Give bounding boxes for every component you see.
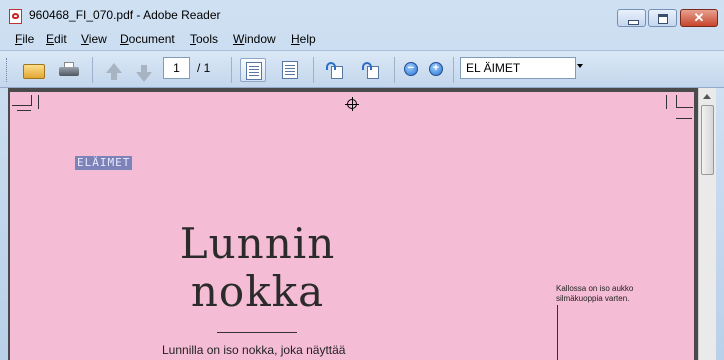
arrow-down-icon [136, 65, 152, 82]
vertical-scrollbar[interactable] [698, 88, 716, 360]
next-page-button[interactable] [131, 58, 157, 82]
toolbar-separator [453, 57, 454, 83]
close-window-button[interactable]: ✕ [680, 9, 718, 27]
fit-page-button[interactable] [277, 58, 303, 82]
window-frame [716, 88, 724, 360]
crop-mark [676, 95, 693, 108]
headline-line: Lunnin [179, 219, 336, 268]
annotation-leader-line [557, 305, 558, 360]
arrow-up-icon [106, 63, 122, 80]
search-combo-input[interactable]: EL ÄIMET [460, 57, 576, 79]
title-bar: 960468_FI_070.pdf - Adobe Reader ✕ [0, 0, 724, 30]
close-icon: ✕ [693, 10, 705, 25]
rotate-left-icon [326, 62, 344, 79]
pdf-file-icon [9, 9, 22, 24]
crop-mark [676, 118, 692, 119]
fit-width-icon [246, 62, 262, 80]
crop-mark [12, 95, 32, 106]
menu-bar: File Edit View Document Tools Window Hel… [0, 30, 724, 76]
chevron-down-icon[interactable] [577, 64, 583, 68]
printer-icon [59, 62, 79, 78]
maximize-icon [649, 10, 676, 26]
rotate-right-icon [362, 62, 380, 79]
headline-line: nokka [190, 267, 325, 316]
rotate-counterclockwise-button[interactable] [322, 58, 348, 82]
toolbar-separator [394, 57, 395, 83]
print-button[interactable] [56, 58, 82, 82]
previous-page-button[interactable] [101, 58, 127, 82]
crop-mark [38, 95, 39, 109]
menu-document[interactable]: Document [120, 32, 175, 46]
fit-width-button[interactable] [240, 58, 266, 82]
zoom-in-button[interactable]: + [429, 62, 443, 76]
annotation-text: Kallossa on iso aukko silmäkuoppia varte… [556, 284, 634, 303]
menu-view[interactable]: View [81, 32, 107, 46]
page-number-input[interactable]: 1 [163, 57, 190, 79]
menu-file[interactable]: File [15, 32, 34, 46]
toolbar-grip[interactable] [6, 58, 10, 82]
scroll-up-icon[interactable] [703, 94, 711, 99]
toolbar-separator [313, 57, 314, 83]
fit-page-icon [282, 61, 298, 79]
crop-mark [17, 110, 31, 111]
folder-icon [23, 64, 45, 79]
article-headline: Lunnin nokka [170, 220, 345, 316]
adobe-reader-window: 960468_FI_070.pdf - Adobe Reader ✕ File … [0, 0, 724, 360]
minimize-icon [618, 10, 645, 26]
zoom-out-button[interactable]: − [404, 62, 418, 76]
pdf-page[interactable] [10, 92, 694, 360]
divider [217, 332, 297, 333]
crop-mark [666, 95, 667, 109]
section-label: ELÄIMET [75, 156, 133, 170]
toolbar: − + [0, 50, 724, 88]
maximize-button[interactable] [648, 9, 677, 27]
crosshair-cursor-icon [345, 97, 359, 111]
open-button[interactable] [20, 58, 46, 82]
window-title: 960468_FI_070.pdf - Adobe Reader [29, 8, 221, 22]
menu-tools[interactable]: Tools [190, 32, 218, 46]
rotate-clockwise-button[interactable] [358, 58, 384, 82]
menu-edit[interactable]: Edit [46, 32, 67, 46]
body-text: Lunnilla on iso nokka, joka näyttää [162, 343, 346, 357]
scroll-thumb[interactable] [701, 105, 714, 175]
menu-help[interactable]: Help [291, 32, 316, 46]
page-total: / 1 [197, 61, 211, 75]
menu-window[interactable]: Window [233, 32, 276, 46]
toolbar-separator [92, 57, 93, 83]
minimize-button[interactable] [617, 9, 646, 27]
toolbar-separator [231, 57, 232, 83]
